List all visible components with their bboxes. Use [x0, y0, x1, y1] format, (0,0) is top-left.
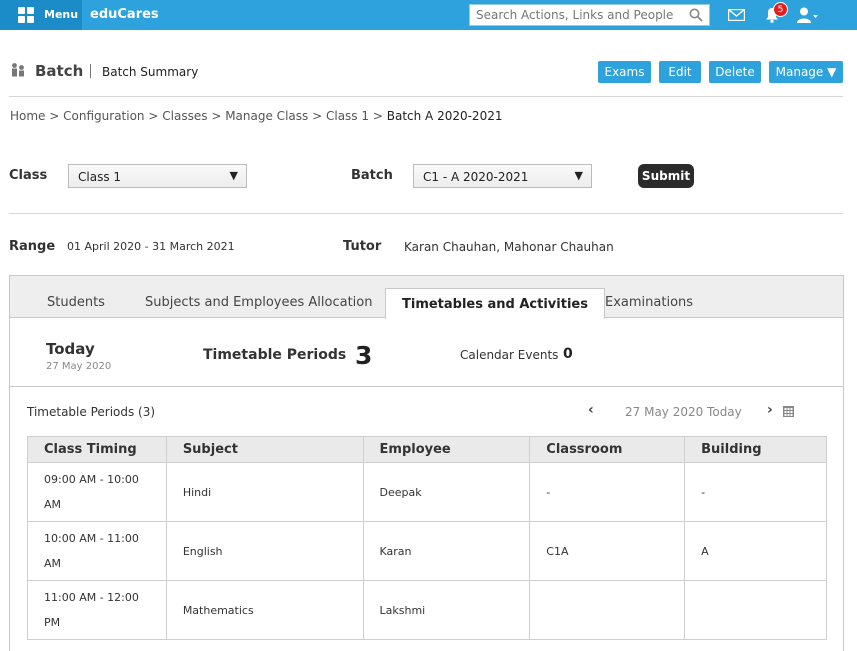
column-header-classroom: Classroom [529, 436, 686, 463]
mail-icon[interactable] [728, 9, 745, 21]
cell-building: - [684, 462, 827, 522]
menu-label: Menu [44, 8, 79, 21]
tab-examinations[interactable]: Examinations [605, 295, 693, 310]
tab-panel: Students Subjects and Employees Allocati… [9, 275, 844, 651]
cell-classroom [529, 580, 686, 640]
cell-class-timing: 09:00 AM - 10:00 AM [27, 462, 167, 522]
cell-subject: English [165, 521, 364, 581]
batch-select-value: C1 - A 2020-2021 [423, 170, 529, 184]
search-placeholder: Search Actions, Links and People [476, 8, 674, 22]
page-title: Batch [35, 62, 84, 80]
table-row: 11:00 AM - 12:00 PM Mathematics Lakshmi [27, 580, 827, 640]
table-row: 10:00 AM - 11:00 AM English Karan C1A A [27, 521, 827, 581]
brand-logo[interactable]: eduCares [90, 7, 159, 22]
tab-subjects-employees[interactable]: Subjects and Employees Allocation [145, 295, 372, 310]
batch-label: Batch [351, 168, 393, 183]
search-icon[interactable] [689, 8, 703, 22]
calendar-icon[interactable] [783, 406, 794, 417]
user-icon[interactable] [797, 7, 819, 23]
breadcrumb-item-manage-class[interactable]: Manage Class [225, 109, 308, 123]
cell-subject: Hindi [165, 462, 364, 522]
divider [9, 96, 843, 97]
dropdown-arrow-icon: ▼ [229, 169, 238, 182]
submit-button[interactable]: Submit [638, 164, 694, 188]
breadcrumb: Home > Configuration > Classes > Manage … [10, 109, 502, 123]
today-label: Today [46, 340, 95, 358]
title-divider [90, 64, 91, 78]
breadcrumb-separator: > [211, 109, 222, 123]
range-value: 01 April 2020 - 31 March 2021 [67, 240, 235, 253]
top-bar: Menu eduCares Search Actions, Links and … [0, 0, 857, 30]
menu-button[interactable]: Menu [0, 0, 82, 30]
next-day-button[interactable]: › [767, 402, 773, 418]
range-label: Range [9, 239, 56, 254]
breadcrumb-separator: > [49, 109, 60, 123]
divider [10, 386, 843, 387]
search-input[interactable]: Search Actions, Links and People [469, 4, 710, 26]
column-header-subject: Subject [165, 436, 364, 463]
divider [9, 213, 843, 214]
class-select[interactable]: Class 1 ▼ [68, 164, 247, 188]
exams-button[interactable]: Exams [598, 61, 651, 83]
breadcrumb-item-configuration[interactable]: Configuration [63, 109, 144, 123]
manage-button[interactable]: Manage ▼ [769, 61, 843, 83]
breadcrumb-separator: > [372, 109, 383, 123]
tab-bar: Students Subjects and Employees Allocati… [10, 276, 843, 319]
table-row: 09:00 AM - 10:00 AM Hindi Deepak - - [27, 462, 827, 522]
tutor-label: Tutor [343, 239, 382, 254]
periods-label: Timetable Periods [203, 347, 347, 363]
events-count: 0 [563, 346, 573, 362]
page-subtitle: Batch Summary [102, 65, 199, 79]
grid-icon [18, 7, 34, 23]
class-select-value: Class 1 [78, 170, 122, 184]
delete-button[interactable]: Delete [709, 61, 761, 83]
breadcrumb-item-classes[interactable]: Classes [162, 109, 207, 123]
cell-classroom: - [529, 462, 686, 522]
today-date: 27 May 2020 [46, 361, 112, 372]
tab-students[interactable]: Students [47, 295, 105, 310]
tutor-value: Karan Chauhan, Mahonar Chauhan [404, 240, 614, 254]
column-header-building: Building [684, 436, 827, 463]
class-label: Class [9, 168, 48, 183]
column-header-employee: Employee [362, 436, 531, 463]
breadcrumb-item-home[interactable]: Home [10, 109, 45, 123]
batch-select[interactable]: C1 - A 2020-2021 ▼ [413, 164, 592, 188]
cell-subject: Mathematics [165, 580, 364, 640]
cell-building [684, 580, 827, 640]
cell-class-timing: 11:00 AM - 12:00 PM [27, 580, 167, 640]
cell-employee: Karan [362, 521, 531, 581]
cell-employee: Deepak [362, 462, 531, 522]
breadcrumb-current: Batch A 2020-2021 [386, 109, 503, 123]
timetable-title: Timetable Periods (3) [27, 405, 156, 419]
batch-icon [12, 63, 24, 77]
column-header-class-timing: Class Timing [27, 436, 167, 463]
breadcrumb-separator: > [312, 109, 323, 123]
dropdown-arrow-icon: ▼ [574, 169, 583, 182]
cell-class-timing: 10:00 AM - 11:00 AM [27, 521, 167, 581]
periods-count: 3 [355, 341, 373, 370]
nav-date[interactable]: 27 May 2020 Today [625, 405, 742, 419]
cell-employee: Lakshmi [362, 580, 531, 640]
cell-building: A [684, 521, 827, 581]
table-header-row: Class Timing Subject Employee Classroom … [27, 436, 827, 463]
tab-timetables-activities[interactable]: Timetables and Activities [385, 288, 605, 319]
breadcrumb-separator: > [148, 109, 159, 123]
events-label: Calendar Events [460, 348, 559, 362]
edit-button[interactable]: Edit [659, 61, 701, 83]
prev-day-button[interactable]: ‹ [588, 402, 594, 418]
breadcrumb-item-class-1[interactable]: Class 1 [326, 109, 369, 123]
notification-badge: 5 [773, 2, 788, 17]
timetable-table: Class Timing Subject Employee Classroom … [27, 436, 827, 640]
cell-classroom: C1A [529, 521, 686, 581]
